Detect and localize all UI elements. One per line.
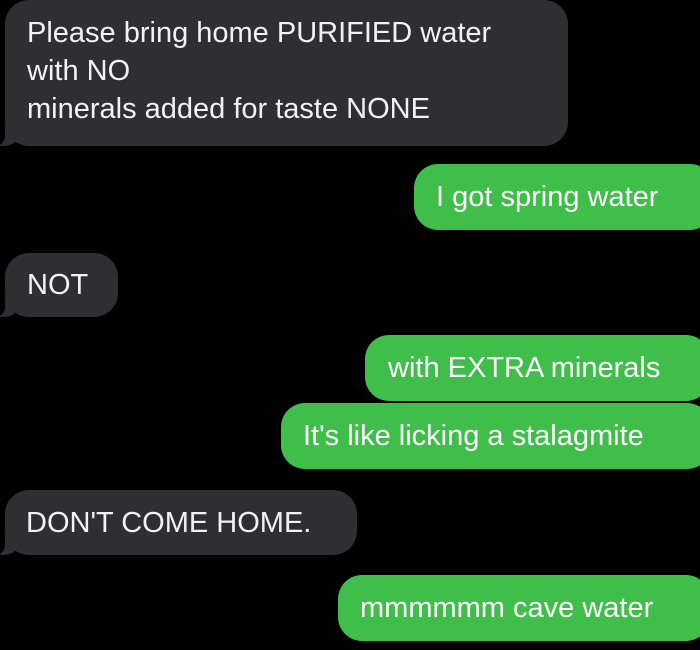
message-text-line: Please bring home PURIFIED water	[27, 17, 492, 49]
message-thread: Please bring home PURIFIED water with NO…	[0, 0, 700, 650]
incoming-message-bubble[interactable]: DON'T COME HOME.	[0, 490, 357, 555]
message-text: I got spring water	[436, 181, 659, 213]
message-text-line: with NO	[27, 55, 131, 87]
outgoing-message-bubble[interactable]: It's like licking a stalagmite	[281, 403, 700, 469]
incoming-message-bubble[interactable]: NOT	[0, 253, 118, 317]
message-text: It's like licking a stalagmite	[303, 420, 644, 452]
incoming-message-bubble[interactable]: Please bring home PURIFIED water with NO…	[0, 0, 568, 146]
message-text: mmmmmm cave water	[360, 592, 654, 624]
message-text-line: minerals added for taste NONE	[27, 93, 430, 125]
outgoing-message-bubble[interactable]: I got spring water	[414, 164, 700, 230]
outgoing-message-bubble[interactable]: with EXTRA minerals	[365, 335, 700, 401]
outgoing-message-bubble[interactable]: mmmmmm cave water	[338, 575, 700, 641]
message-text: NOT	[27, 269, 89, 301]
message-text: DON'T COME HOME.	[26, 507, 312, 539]
message-text: with EXTRA minerals	[388, 352, 661, 384]
